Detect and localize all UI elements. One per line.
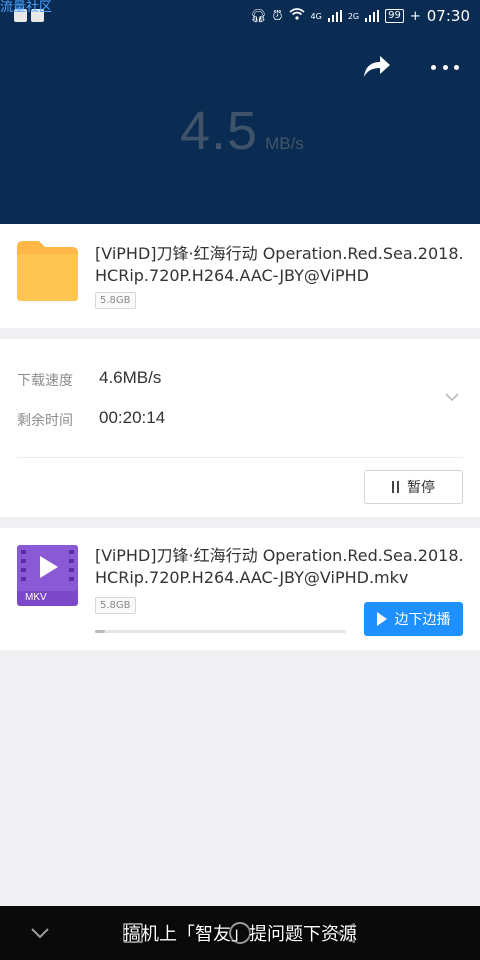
video-file-icon: MKV bbox=[17, 545, 78, 606]
download-speed-value: 4.6MB/s bbox=[99, 368, 162, 387]
share-icon[interactable] bbox=[362, 54, 392, 80]
download-info-card: 下载速度 4.6MB/s 剩余时间 00:20:14 暂停 bbox=[0, 339, 480, 517]
signal-bars-2-icon bbox=[365, 10, 380, 22]
remaining-time-value: 00:20:14 bbox=[99, 408, 166, 427]
play-label: 边下边播 bbox=[394, 612, 451, 628]
signal-4g-icon: 4G bbox=[310, 11, 322, 21]
headphones-icon: 🎧︎ bbox=[249, 8, 267, 24]
wifi-icon bbox=[289, 8, 305, 24]
current-speed: 4.5 MB/s bbox=[180, 100, 304, 162]
remaining-time-label: 剩余时间 bbox=[17, 413, 73, 429]
task-card[interactable]: [ViPHD]刀锋·红海行动 Operation.Red.Sea.2018.HC… bbox=[0, 224, 480, 328]
progress-fill bbox=[95, 630, 106, 633]
task-title: [ViPHD]刀锋·红海行动 Operation.Red.Sea.2018.HC… bbox=[95, 244, 464, 285]
alarm-icon: ⏰︎ bbox=[272, 8, 283, 24]
watermark: 流量社区 bbox=[0, 0, 53, 15]
task-size-badge: 5.8GB bbox=[95, 292, 136, 309]
pause-icon bbox=[392, 481, 399, 493]
signal-bars-icon bbox=[327, 10, 342, 22]
pause-button[interactable]: 暂停 bbox=[364, 470, 463, 504]
folder-icon bbox=[17, 241, 78, 301]
status-icons: 🎧︎ ⏰︎ 4G 2G 99 + 07:30 bbox=[250, 7, 470, 25]
speed-value: 4.5 bbox=[180, 101, 259, 161]
divider bbox=[17, 457, 463, 458]
chevron-down-icon[interactable] bbox=[444, 389, 460, 403]
play-while-downloading-button[interactable]: 边下边播 bbox=[364, 602, 463, 636]
download-header: 4.5 MB/s bbox=[0, 32, 480, 224]
file-card[interactable]: MKV [ViPHD]刀锋·红海行动 Operation.Red.Sea.201… bbox=[0, 528, 480, 650]
play-icon bbox=[376, 612, 387, 626]
battery-icon: 99 bbox=[385, 9, 404, 23]
speed-unit: MB/s bbox=[265, 134, 304, 153]
subtitle-caption: 搞机上「智友」提问题下资源 bbox=[123, 924, 357, 945]
download-progress bbox=[95, 630, 346, 633]
file-title: [ViPHD]刀锋·红海行动 Operation.Red.Sea.2018.HC… bbox=[95, 546, 464, 587]
file-type-label: MKV bbox=[25, 592, 47, 603]
speed-label: 下载速度 bbox=[17, 373, 73, 389]
clock: 07:30 bbox=[426, 7, 470, 25]
signal-2g-icon: 2G bbox=[347, 11, 360, 21]
charging-icon: + bbox=[409, 8, 421, 24]
pause-label: 暂停 bbox=[407, 480, 435, 496]
navigation-bar: 搞机上「智友」提问题下资源 bbox=[0, 906, 480, 960]
file-size-badge: 5.8GB bbox=[95, 597, 136, 614]
status-bar: 流量社区 🎧︎ ⏰︎ 4G 2G 99 + 07:30 bbox=[0, 0, 480, 32]
more-options-icon[interactable] bbox=[428, 54, 462, 80]
